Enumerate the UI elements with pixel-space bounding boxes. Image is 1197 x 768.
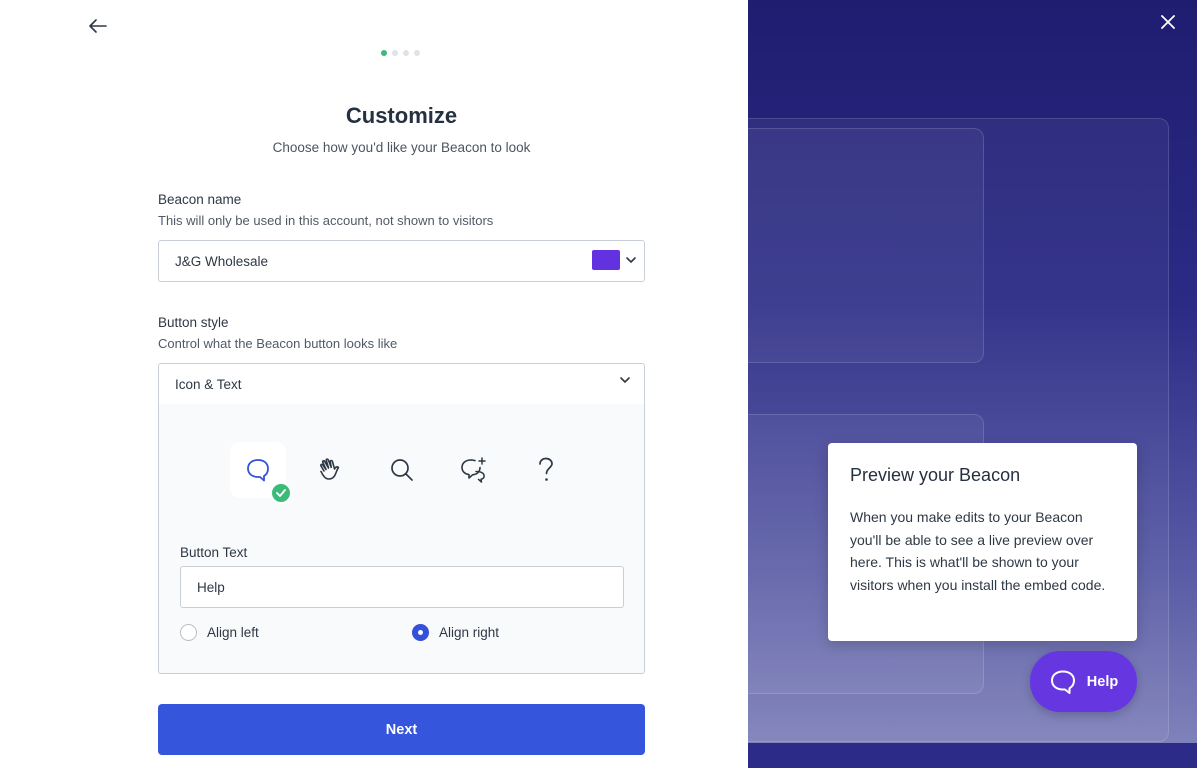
chevron-down-icon (626, 256, 636, 263)
selected-check-icon (270, 482, 292, 504)
step-dot-active (381, 50, 387, 56)
back-button[interactable] (86, 14, 110, 38)
button-text-label: Button Text (180, 545, 248, 560)
page-subtitle: Choose how you'd like your Beacon to loo… (272, 140, 531, 155)
icon-option-wave[interactable] (302, 442, 358, 498)
icon-option-chat-sparkle[interactable] (446, 442, 502, 498)
arrow-left-icon (89, 19, 107, 33)
customize-panel: Customize Choose how you'd like your Bea… (0, 0, 748, 768)
color-swatch (592, 250, 620, 270)
button-style-select[interactable]: Icon & Text (158, 363, 645, 405)
beacon-help-button[interactable]: Help (1030, 651, 1137, 712)
step-indicator (381, 50, 420, 56)
beacon-name-value: J&G Wholesale (175, 253, 269, 269)
radio-checked (412, 624, 429, 641)
chat-bubble-icon (247, 459, 269, 482)
close-button[interactable] (1157, 11, 1179, 33)
step-dot (392, 50, 398, 56)
step-dot (403, 50, 409, 56)
page-title: Customize (345, 103, 458, 128)
chevron-down-icon (620, 377, 630, 384)
beacon-name-label: Beacon name (158, 192, 242, 207)
button-style-options: Button Text Help Align left Align right (158, 404, 645, 674)
beacon-name-help: This will only be used in this account, … (158, 213, 494, 228)
button-style-label: Button style (158, 315, 229, 330)
step-dot (414, 50, 420, 56)
preview-bottom-band (748, 743, 1197, 768)
icon-option-search[interactable] (374, 442, 430, 498)
chat-sparkle-icon (461, 457, 486, 483)
button-style-help: Control what the Beacon button looks lik… (158, 336, 398, 351)
align-right-radio[interactable]: Align right (412, 624, 499, 641)
close-icon (1161, 15, 1175, 29)
align-left-radio[interactable]: Align left (180, 624, 259, 641)
preview-title: Preview your Beacon (850, 465, 1021, 485)
preview-info-card: Preview your Beacon When you make edits … (828, 443, 1137, 641)
preview-panel: Preview your Beacon When you make edits … (748, 0, 1197, 768)
beacon-help-label: Help (1086, 673, 1119, 690)
beacon-name-input[interactable]: J&G Wholesale (158, 240, 645, 282)
color-picker[interactable] (592, 250, 636, 270)
question-mark-icon (539, 457, 553, 481)
button-text-value: Help (197, 579, 225, 595)
search-icon (391, 459, 413, 481)
next-button[interactable]: Next (158, 704, 645, 755)
radio-unchecked (180, 624, 197, 641)
button-style-value: Icon & Text (175, 376, 242, 392)
preview-ghost-card (748, 128, 984, 363)
chat-bubble-icon (1050, 670, 1075, 694)
align-left-label: Align left (207, 625, 259, 640)
waving-hand-icon (320, 458, 340, 480)
preview-description: When you make edits to your Beacon you'l… (850, 509, 1106, 593)
icon-option-chat[interactable] (230, 442, 292, 504)
align-right-label: Align right (439, 625, 500, 640)
button-text-input[interactable]: Help (180, 566, 624, 608)
icon-option-question[interactable] (518, 442, 574, 498)
